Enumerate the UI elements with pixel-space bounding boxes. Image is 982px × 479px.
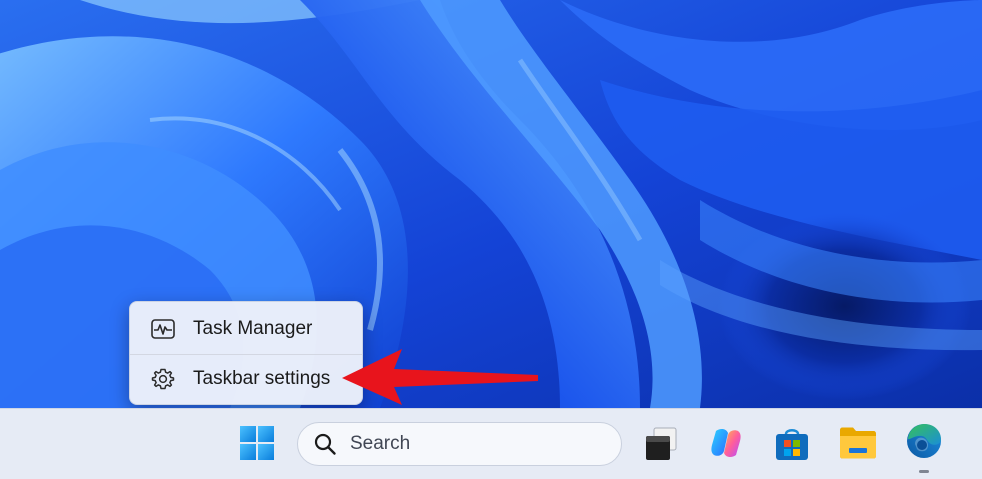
task-view-button[interactable] <box>638 423 682 467</box>
microsoft-store-button[interactable] <box>770 423 814 467</box>
windows-logo-icon <box>239 425 275 466</box>
taskbar: Search <box>0 408 982 479</box>
red-arrow-annotation <box>340 345 540 412</box>
menu-item-label: Task Manager <box>193 318 313 339</box>
edge-running-indicator <box>919 470 929 473</box>
store-icon <box>774 425 810 466</box>
task-manager-icon <box>150 316 176 342</box>
gear-icon <box>150 366 176 392</box>
start-button[interactable] <box>235 423 279 467</box>
menu-divider <box>130 354 362 355</box>
taskbar-context-menu: Task Manager Taskbar settings <box>129 301 363 405</box>
microsoft-edge-button[interactable] <box>902 421 946 465</box>
edge-icon <box>905 422 943 465</box>
menu-item-task-manager[interactable]: Task Manager <box>134 307 358 351</box>
copilot-button[interactable] <box>704 423 748 467</box>
folder-icon <box>839 426 877 465</box>
copilot-icon <box>708 425 744 466</box>
menu-item-taskbar-settings[interactable]: Taskbar settings <box>134 357 358 401</box>
file-explorer-button[interactable] <box>836 423 880 467</box>
taskbar-search-box[interactable]: Search <box>297 422 622 466</box>
menu-item-label: Taskbar settings <box>193 368 331 389</box>
search-placeholder: Search <box>350 433 411 454</box>
task-view-icon <box>642 425 678 466</box>
search-icon <box>312 431 338 457</box>
